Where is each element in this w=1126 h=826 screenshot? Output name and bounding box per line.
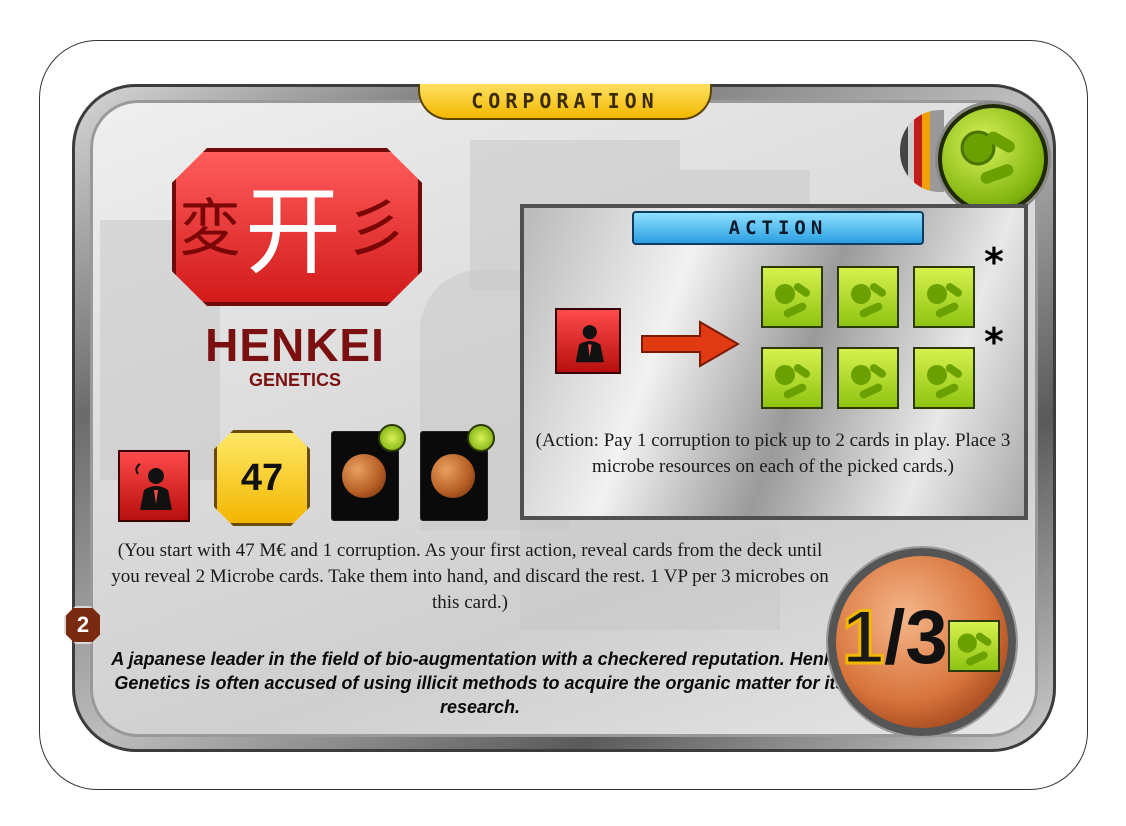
- microbe-resource-icon: [948, 620, 1000, 672]
- victory-points: 1/3: [840, 595, 948, 680]
- flavor-text: A japanese leader in the field of bio-au…: [111, 649, 849, 717]
- asterisk-bottom: *: [984, 320, 1004, 364]
- logo-glyph-3: 彡: [345, 192, 408, 265]
- expansion-badge-icon: 2: [64, 606, 102, 644]
- action-label: ACTION: [728, 217, 828, 239]
- action-banner: ACTION: [632, 211, 924, 245]
- microbe-resource-icon: [913, 347, 975, 409]
- corporation-name: HENKEI: [205, 319, 385, 371]
- arrow-icon: [641, 320, 740, 368]
- microbe-card-icon: [420, 424, 495, 521]
- microbe-resource-icon: [761, 347, 823, 409]
- starting-megacredits: 47: [240, 456, 284, 499]
- henkei-logo-glyphs: 変 开 彡: [172, 148, 414, 298]
- corporation-banner: CORPORATION: [418, 84, 712, 120]
- vp-ratio: /3: [884, 595, 948, 680]
- logo-glyph-1: 変: [178, 192, 241, 265]
- vp-numerator: 1: [840, 595, 885, 680]
- corruption-icon: [555, 308, 621, 374]
- microbe-resource-icon: [837, 266, 899, 328]
- microbe-resource-icon: [837, 347, 899, 409]
- corporation-subtitle: GENETICS: [248, 370, 341, 390]
- corruption-icon: [118, 450, 190, 522]
- microbe-resource-icon: [761, 266, 823, 328]
- action-description: (Action: Pay 1 corruption to pick up to …: [535, 430, 1011, 477]
- asterisk-top: *: [984, 240, 1004, 284]
- logo-glyph-2: 开: [245, 175, 341, 288]
- corporation-label: CORPORATION: [471, 89, 659, 113]
- microbe-resource-icon: [913, 266, 975, 328]
- microbe-card-icon: [331, 424, 406, 521]
- expansion-number: 2: [76, 612, 90, 637]
- starting-description: (You start with 47 M€ and 1 corruption. …: [111, 540, 829, 613]
- megacredit-icon: 47: [214, 430, 310, 526]
- microbe-tag-icon: [938, 104, 1048, 214]
